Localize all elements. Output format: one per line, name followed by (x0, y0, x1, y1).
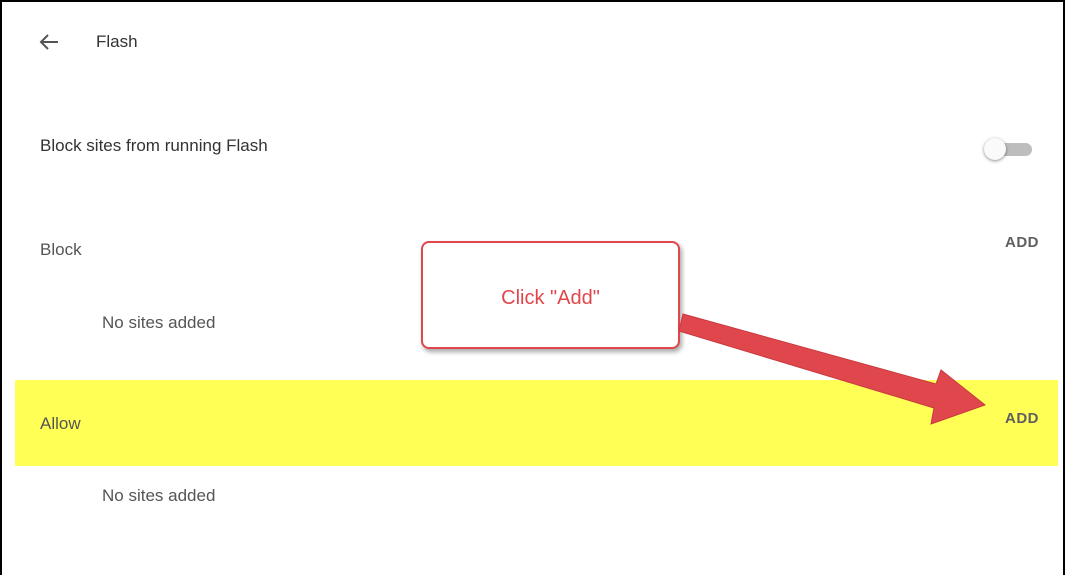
block-flash-toggle[interactable] (984, 138, 1034, 160)
page-title: Flash (96, 32, 138, 51)
allow-section-label: Allow (40, 414, 81, 433)
toggle-knob (984, 138, 1006, 160)
page-header: Flash (38, 28, 138, 56)
block-empty-text: No sites added (102, 313, 216, 332)
block-flash-label: Block sites from running Flash (40, 136, 268, 155)
block-add-button[interactable]: ADD (1005, 234, 1039, 251)
allow-empty-text: No sites added (102, 486, 216, 505)
allow-row-highlight (15, 380, 1058, 466)
arrow-left-icon[interactable] (38, 31, 60, 53)
block-section-label: Block (40, 240, 82, 259)
allow-add-button[interactable]: ADD (1005, 410, 1039, 427)
callout-text: Click "Add" (501, 287, 600, 309)
block-flash-setting-row: Block sites from running Flash (40, 134, 1040, 160)
annotation-callout: Click "Add" (421, 241, 680, 349)
